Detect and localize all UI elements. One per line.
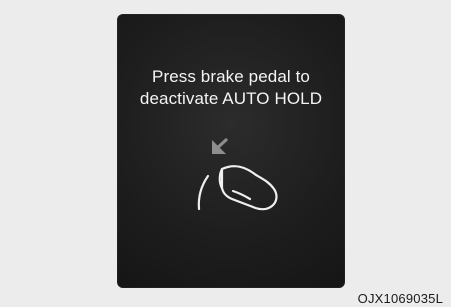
instrument-cluster-figure: Press brake pedal to deactivate AUTO HOL… bbox=[0, 0, 451, 307]
auto-hold-message: Press brake pedal to deactivate AUTO HOL… bbox=[139, 67, 323, 108]
down-arrow-icon bbox=[212, 138, 228, 154]
figure-code: OJX1069035L bbox=[357, 291, 443, 306]
cluster-display-panel: Press brake pedal to deactivate AUTO HOL… bbox=[117, 14, 345, 288]
brake-pedal-icon bbox=[197, 138, 278, 211]
